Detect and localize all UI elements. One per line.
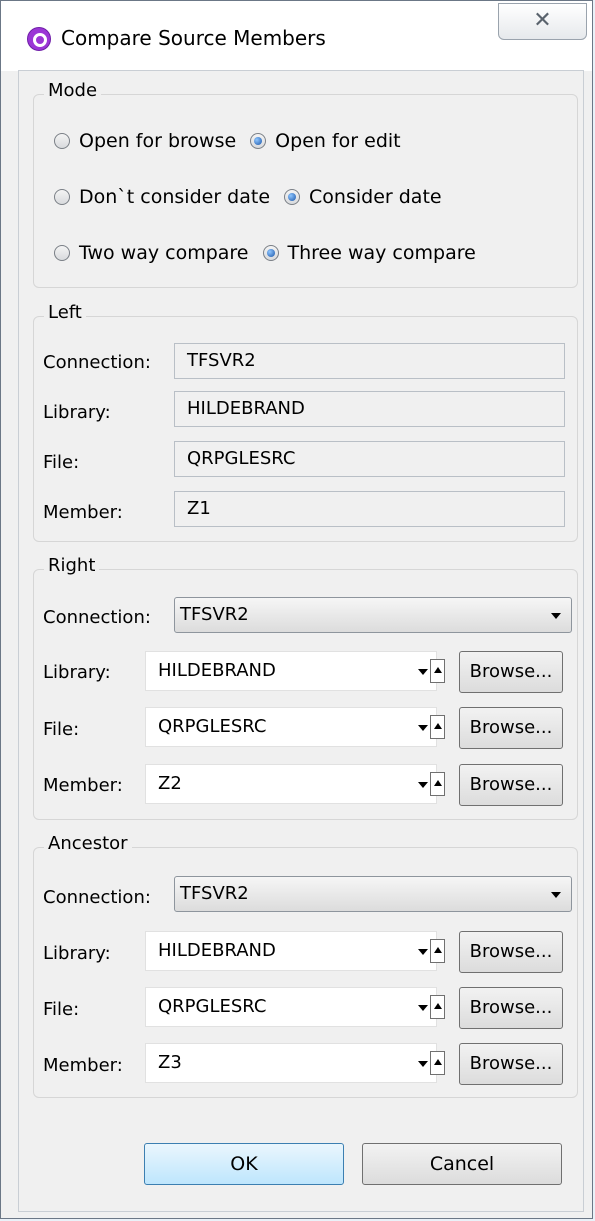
ancestor-file-label: File: (43, 999, 80, 1020)
ancestor-file-value: QRPGLESRC (158, 996, 267, 1017)
right-legend: Right (44, 555, 100, 576)
mode-row-open: Open for browse Open for edit (54, 130, 415, 152)
left-connection-field: TFSVR2 (174, 343, 565, 379)
radio-two-way-compare[interactable]: Two way compare (54, 242, 249, 264)
ancestor-library-combo[interactable]: HILDEBRAND (145, 931, 437, 971)
radio-open-for-edit-indicator (250, 133, 267, 149)
chevron-down-icon[interactable] (418, 1005, 428, 1011)
mode-legend: Mode (44, 80, 102, 101)
right-member-history-button[interactable] (430, 772, 445, 796)
chevron-down-icon[interactable] (418, 669, 428, 675)
ancestor-file-combo[interactable]: QRPGLESRC (145, 987, 437, 1027)
mode-row-date: Don`t consider date Consider date (54, 186, 456, 208)
right-connection-combo[interactable]: TFSVR2 (174, 597, 572, 633)
ancestor-member-combo[interactable]: Z3 (145, 1043, 437, 1083)
chevron-down-icon (551, 892, 561, 898)
chevron-down-icon[interactable] (418, 949, 428, 955)
right-file-value: QRPGLESRC (158, 716, 267, 737)
right-file-history-button[interactable] (430, 715, 445, 739)
chevron-down-icon (551, 613, 561, 619)
ancestor-legend: Ancestor (44, 833, 132, 854)
left-file-field: QRPGLESRC (174, 441, 565, 477)
radio-open-for-browse-indicator (54, 133, 70, 149)
right-library-history-button[interactable] (430, 659, 445, 683)
radio-open-for-edit[interactable]: Open for edit (250, 130, 401, 152)
radio-dont-consider-date[interactable]: Don`t consider date (54, 186, 270, 208)
right-file-browse-button[interactable]: Browse... (459, 707, 563, 749)
radio-consider-date-label: Consider date (309, 186, 442, 208)
radio-three-way-compare-indicator (262, 245, 279, 261)
ancestor-member-value: Z3 (158, 1052, 182, 1073)
right-library-value: HILDEBRAND (158, 660, 276, 681)
ancestor-file-browse-button[interactable]: Browse... (459, 987, 563, 1029)
window-title: Compare Source Members (61, 26, 326, 50)
right-file-label: File: (43, 719, 80, 740)
right-member-value: Z2 (158, 773, 182, 794)
ancestor-file-history-button[interactable] (430, 995, 445, 1019)
left-member-field: Z1 (174, 491, 565, 527)
left-legend: Left (44, 302, 86, 323)
right-member-label: Member: (43, 775, 123, 796)
radio-dont-consider-date-indicator (54, 189, 70, 205)
chevron-down-icon[interactable] (418, 725, 428, 731)
right-member-browse-button[interactable]: Browse... (459, 764, 563, 806)
ancestor-member-label: Member: (43, 1055, 123, 1076)
left-member-label: Member: (43, 502, 123, 523)
right-connection-label: Connection: (43, 607, 151, 628)
right-library-label: Library: (43, 662, 111, 683)
close-button[interactable]: ✕ (498, 3, 587, 40)
title-bar: Compare Source Members ✕ (1, 1, 592, 71)
left-file-label: File: (43, 452, 80, 473)
ancestor-connection-combo[interactable]: TFSVR2 (174, 876, 572, 912)
radio-open-for-edit-label: Open for edit (275, 130, 401, 152)
ancestor-library-label: Library: (43, 943, 111, 964)
left-connection-label: Connection: (43, 352, 151, 373)
mode-row-compare: Two way compare Three way compare (54, 242, 490, 264)
ancestor-library-browse-button[interactable]: Browse... (459, 931, 563, 973)
app-icon (27, 27, 51, 51)
left-library-label: Library: (43, 402, 111, 423)
chevron-down-icon[interactable] (418, 1061, 428, 1067)
chevron-down-icon[interactable] (418, 782, 428, 788)
cancel-button[interactable]: Cancel (362, 1143, 562, 1185)
ancestor-member-history-button[interactable] (430, 1051, 445, 1075)
radio-consider-date[interactable]: Consider date (284, 186, 442, 208)
right-connection-value: TFSVR2 (180, 604, 249, 625)
ancestor-member-browse-button[interactable]: Browse... (459, 1043, 563, 1085)
ok-button[interactable]: OK (144, 1143, 344, 1185)
right-library-combo[interactable]: HILDEBRAND (145, 651, 437, 691)
radio-two-way-compare-label: Two way compare (79, 242, 249, 264)
ancestor-connection-label: Connection: (43, 887, 151, 908)
radio-dont-consider-date-label: Don`t consider date (79, 186, 271, 208)
right-member-combo[interactable]: Z2 (145, 764, 437, 804)
ancestor-library-value: HILDEBRAND (158, 940, 276, 961)
radio-consider-date-indicator (284, 189, 301, 205)
radio-three-way-compare-label: Three way compare (287, 242, 476, 264)
radio-open-for-browse-label: Open for browse (79, 130, 237, 152)
ancestor-library-history-button[interactable] (430, 939, 445, 963)
ancestor-connection-value: TFSVR2 (180, 883, 249, 904)
radio-two-way-compare-indicator (54, 245, 70, 261)
left-library-field: HILDEBRAND (174, 391, 565, 427)
right-library-browse-button[interactable]: Browse... (459, 651, 563, 693)
radio-open-for-browse[interactable]: Open for browse (54, 130, 236, 152)
right-file-combo[interactable]: QRPGLESRC (145, 707, 437, 747)
radio-three-way-compare[interactable]: Three way compare (262, 242, 476, 264)
